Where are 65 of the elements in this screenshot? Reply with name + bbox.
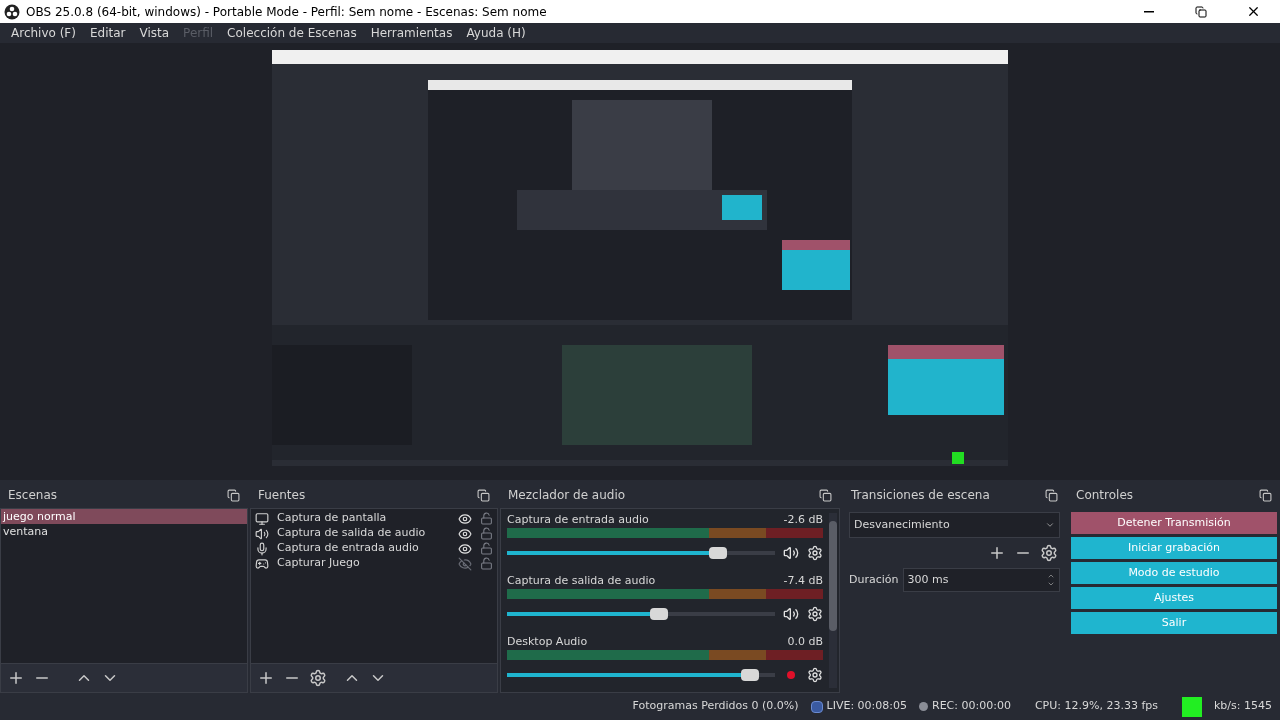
- panel-title: Mezclador de audio: [508, 487, 626, 504]
- duration-field[interactable]: 300 ms: [902, 568, 1060, 592]
- settings-icon[interactable]: [807, 667, 823, 683]
- settings-icon[interactable]: [807, 545, 823, 561]
- source-item[interactable]: Captura de salida de audio: [277, 525, 450, 542]
- caret-icon: [1045, 520, 1055, 530]
- rec-indicator-icon: [919, 702, 928, 711]
- source-item[interactable]: Capturar Juego: [277, 555, 450, 572]
- source-item[interactable]: Captura de pantalla: [277, 510, 450, 527]
- visibility-icon[interactable]: [458, 526, 472, 541]
- live-time: LIVE: 00:08:05: [826, 698, 907, 715]
- menu-item[interactable]: Herramientas: [363, 24, 460, 42]
- menu-item[interactable]: Vista: [132, 24, 177, 42]
- speaker-icon: [255, 526, 269, 541]
- slider-handle[interactable]: [740, 669, 759, 681]
- unlock-icon[interactable]: [480, 512, 493, 525]
- undock-icon[interactable]: [1259, 488, 1272, 502]
- cpu-usage: CPU: 12.9%, 23.33 fps: [1034, 698, 1158, 715]
- volume-reading: -7.4 dB: [783, 573, 823, 587]
- rec-time: REC: 00:00:00: [932, 698, 1011, 715]
- volume-reading: 0.0 dB: [787, 634, 823, 648]
- menu-item[interactable]: Archivo (F): [4, 24, 83, 42]
- menu-item[interactable]: Ayuda (H): [459, 24, 533, 42]
- menu-item[interactable]: Colección de Escenas: [220, 24, 364, 42]
- menu-item[interactable]: Editar: [82, 24, 133, 42]
- transition-dropdown[interactable]: Desvanecimiento: [849, 512, 1060, 538]
- connection-status-icon: [1182, 696, 1202, 717]
- scene-item[interactable]: ventana: [1, 524, 247, 539]
- scrollbar[interactable]: [829, 513, 837, 688]
- channel-name: Desktop Audio: [507, 634, 588, 648]
- visibility-icon[interactable]: [458, 511, 472, 526]
- undock-icon[interactable]: [819, 488, 832, 502]
- monitor-icon: [255, 511, 269, 526]
- control-button[interactable]: Detener Transmisión: [1071, 512, 1277, 534]
- panel-title: Transiciones de escena: [851, 487, 990, 504]
- app-logo-icon: [4, 3, 20, 20]
- channel-name: Captura de salida de audio: [507, 573, 656, 587]
- settings-icon[interactable]: [807, 606, 823, 622]
- live-indicator-icon: [810, 700, 823, 713]
- window-title: OBS 25.0.8 (64-bit, windows) - Portable Mode - Perfil: Sem nome - Escenas: Sem nome: [26, 3, 548, 21]
- channel-name: Captura de entrada audio: [507, 512, 649, 526]
- unlock-icon[interactable]: [480, 527, 493, 540]
- undock-icon[interactable]: [1045, 488, 1058, 502]
- panel-title: Fuentes: [258, 487, 306, 504]
- panel-title: Escenas: [8, 487, 58, 504]
- dropped-frames: Fotogramas Perdidos 0 (0.0%): [632, 698, 799, 715]
- gamepad-icon: [255, 556, 269, 571]
- volume-reading: -2.6 dB: [783, 512, 823, 526]
- microphone-icon: [255, 541, 269, 556]
- undock-icon[interactable]: [477, 488, 490, 502]
- scene-item[interactable]: juego normal: [1, 509, 247, 524]
- visibility-icon[interactable]: [458, 541, 472, 556]
- bitrate: kb/s: 1545: [1214, 698, 1272, 715]
- unlock-icon[interactable]: [480, 557, 493, 570]
- minimize-icon: [1144, 10, 1154, 13]
- restore-icon: [1195, 5, 1207, 18]
- slider-handle[interactable]: [649, 608, 668, 620]
- panel-title: Controles: [1076, 487, 1133, 504]
- unlock-icon[interactable]: [480, 542, 493, 555]
- undock-icon[interactable]: [227, 488, 240, 502]
- source-item[interactable]: Captura de entrada audio: [277, 540, 450, 557]
- speaker-icon[interactable]: [783, 606, 799, 622]
- duration-label: Duración: [849, 571, 899, 588]
- speaker-icon[interactable]: [783, 545, 799, 561]
- slider-handle[interactable]: [708, 547, 727, 559]
